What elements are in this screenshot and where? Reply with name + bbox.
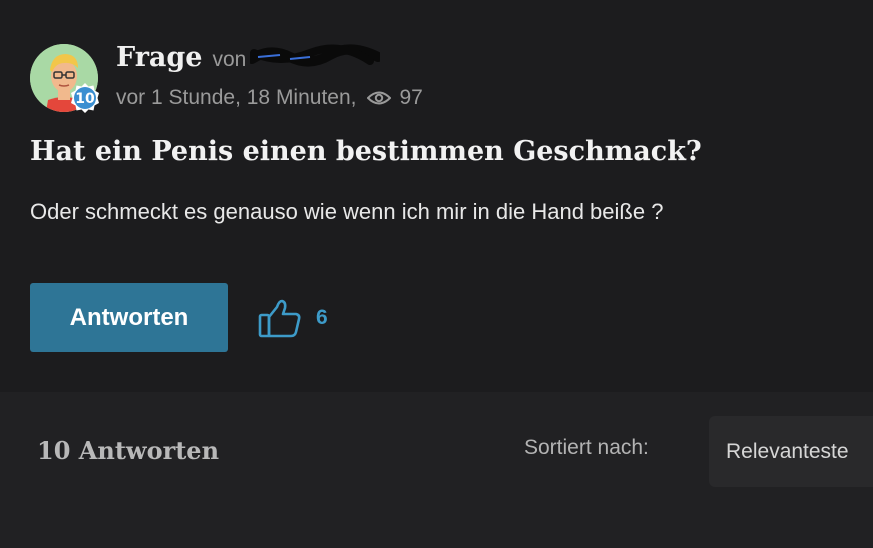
redacted-username-scribble bbox=[250, 44, 381, 67]
question-meta: Frage von bbox=[116, 40, 381, 80]
sort-label: Sortiert nach: bbox=[524, 436, 649, 459]
question-title: Hat ein Penis einen bestimmen Geschmack? bbox=[30, 136, 702, 167]
like-count: 6 bbox=[316, 306, 328, 329]
thumbs-up-icon bbox=[258, 299, 301, 338]
question-body: Oder schmeckt es genauso wie wenn ich mi… bbox=[30, 199, 664, 224]
level-badge-number: 10 bbox=[75, 91, 95, 107]
eye-icon bbox=[366, 91, 391, 105]
question-type-label: Frage bbox=[116, 42, 203, 73]
question-card: 10 Frage von vor 1 Stunde, 18 Minuten, 9… bbox=[0, 0, 873, 392]
like-button[interactable]: 6 bbox=[258, 298, 328, 338]
sort-select[interactable]: Relevanteste bbox=[709, 416, 873, 487]
level-badge: 10 bbox=[68, 82, 102, 116]
question-stats: vor 1 Stunde, 18 Minuten, 97 bbox=[116, 84, 423, 112]
view-count: 97 bbox=[399, 86, 423, 109]
answers-count: 10 Antworten bbox=[37, 436, 220, 465]
timestamp: vor 1 Stunde, 18 Minuten, bbox=[116, 86, 357, 109]
answer-button[interactable]: Antworten bbox=[30, 283, 228, 352]
author-prefix: von bbox=[212, 48, 247, 71]
